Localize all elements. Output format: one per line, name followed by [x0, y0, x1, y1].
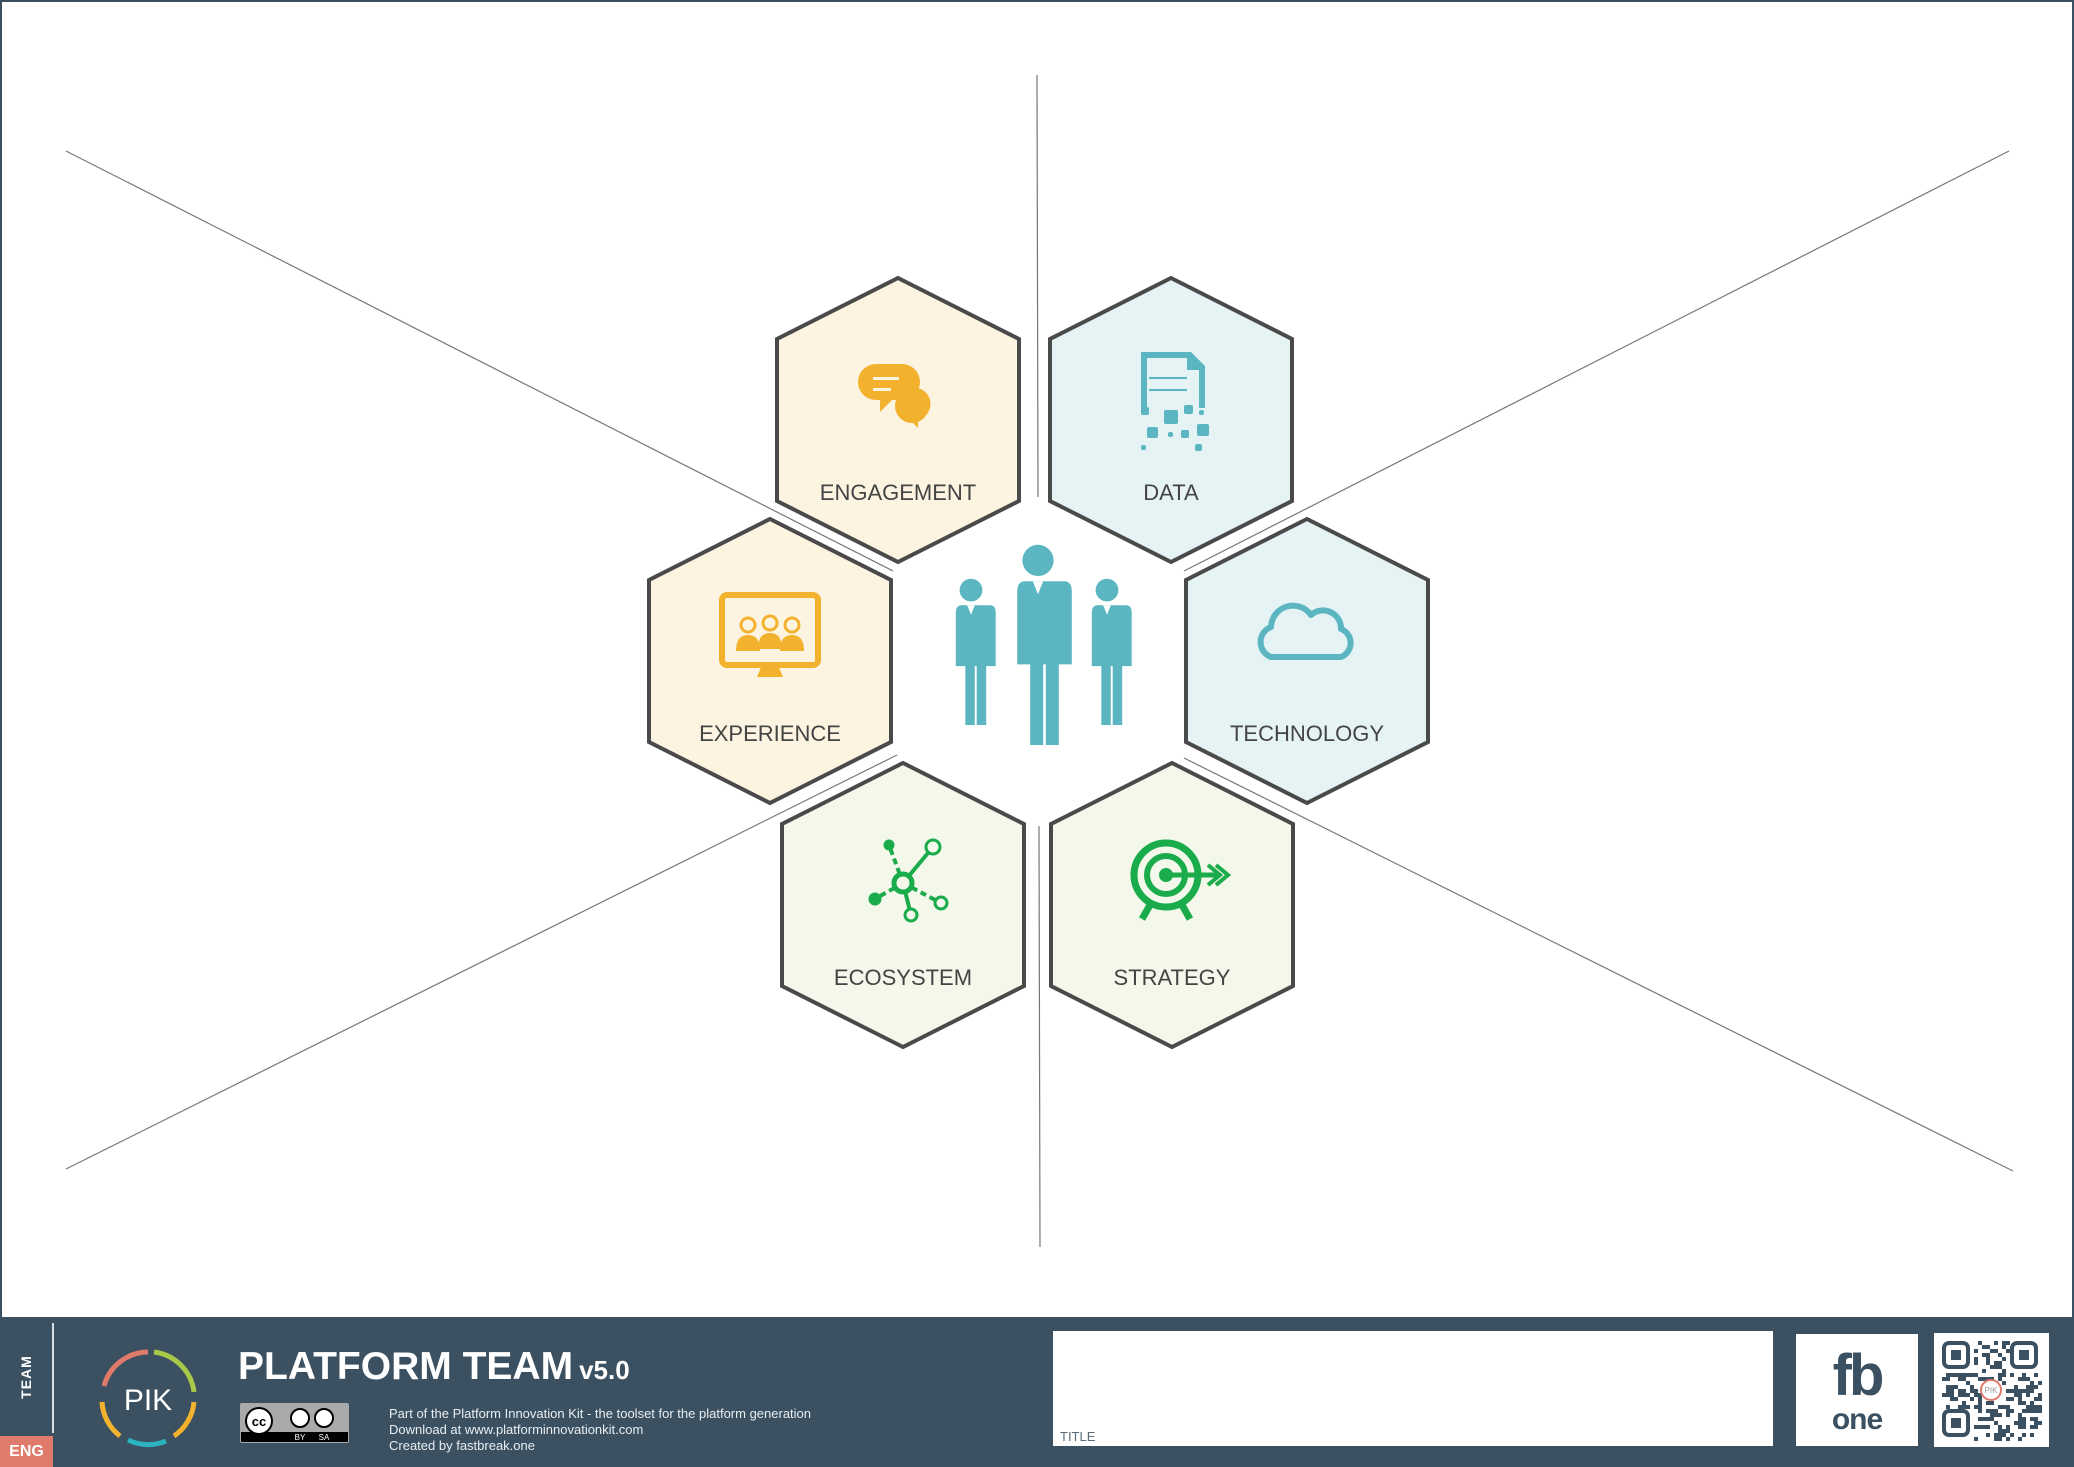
title-field-label: TITLE [1060, 1429, 1096, 1444]
title-input[interactable]: TITLE [1053, 1331, 1773, 1446]
fastbreak-logo: fb one [1796, 1334, 1918, 1446]
segment-label: DATA [1143, 480, 1199, 505]
footer: TEAM ENG PIK PLATFORM TEAM v5.0 cc BY SA … [0, 1317, 2074, 1467]
hexagon [1184, 516, 1430, 806]
segment-data[interactable]: DATA [1048, 275, 1294, 565]
svg-text:BY: BY [295, 1433, 306, 1442]
segment-ecosystem[interactable]: ECOSYSTEM [780, 760, 1026, 1050]
divider-line-vertical-bottom [1038, 825, 1041, 1248]
kit-info: Part of the Platform Innovation Kit - th… [389, 1406, 811, 1454]
hexagon [775, 275, 1021, 565]
hexagon [647, 516, 893, 806]
segment-strategy[interactable]: STRATEGY [1049, 760, 1295, 1050]
pik-logo: PIK [99, 1349, 197, 1448]
divider-line-top-right [1183, 150, 2010, 572]
person-icon [1088, 578, 1132, 725]
person-icon [1012, 544, 1072, 745]
qr-code[interactable]: PIK [1934, 1333, 2049, 1447]
qr-center-logo: PIK [1985, 1386, 1999, 1395]
team-people-icon [952, 544, 1132, 745]
segment-label: EXPERIENCE [699, 721, 841, 746]
divider-line-vertical-top [1036, 74, 1039, 498]
version: v5.0 [579, 1355, 630, 1385]
svg-text:cc: cc [252, 1414, 266, 1429]
attribution-icon [290, 1408, 310, 1428]
segment-experience[interactable]: EXPERIENCE [647, 516, 893, 806]
team-canvas: ENGAGEMENT DATA EXPERIENCE TECHNOLOGY ECOSYS… [65, 74, 2014, 1248]
segment-label: ENGAGEMENT [820, 480, 976, 505]
share-alike-icon [314, 1408, 334, 1428]
segment-label: TECHNOLOGY [1230, 721, 1384, 746]
segment-technology[interactable]: TECHNOLOGY [1184, 516, 1430, 806]
info-line-creator: Created by fastbreak.one [389, 1438, 535, 1453]
canvas-type-label: TEAM [18, 1355, 34, 1399]
cc-license-badge[interactable]: cc BY SA [240, 1403, 349, 1443]
segment-label: STRATEGY [1114, 965, 1231, 990]
divider-line-top-left [65, 150, 894, 572]
divider-line-bottom-left [65, 754, 898, 1170]
segment-label: ECOSYSTEM [834, 965, 972, 990]
canvas-title: PLATFORM TEAM v5.0 [238, 1345, 630, 1389]
svg-text:SA: SA [319, 1433, 330, 1442]
pik-logo-text: PIK [124, 1384, 172, 1417]
footer-divider [52, 1323, 54, 1433]
info-line-kit: Part of the Platform Innovation Kit - th… [389, 1406, 812, 1421]
canvas-title-text: PLATFORM TEAM [238, 1345, 574, 1388]
divider-line-bottom-right [1183, 757, 2014, 1172]
segment-engagement[interactable]: ENGAGEMENT [775, 275, 1021, 565]
hexagon [780, 760, 1026, 1050]
language-badge[interactable]: ENG [0, 1436, 53, 1467]
person-icon [952, 578, 996, 725]
info-line-download[interactable]: Download at www.platforminnovationkit.co… [389, 1422, 811, 1438]
